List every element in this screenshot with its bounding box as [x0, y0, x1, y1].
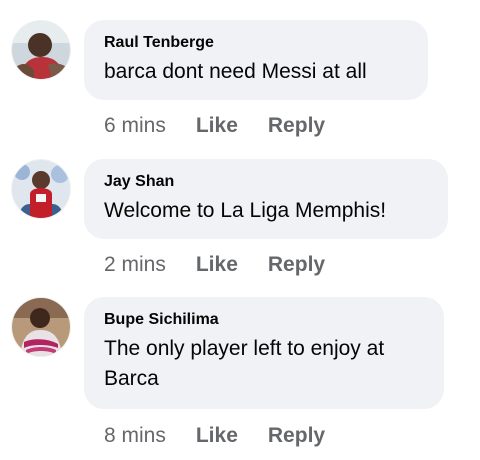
like-button[interactable]: Like [196, 424, 238, 448]
comment-actions: 8 mins Like Reply [104, 424, 325, 448]
avatar[interactable] [12, 160, 70, 218]
avatar-photo [12, 298, 70, 356]
like-button[interactable]: Like [196, 253, 238, 277]
comment-timestamp[interactable]: 6 mins [104, 114, 166, 138]
reply-button[interactable]: Reply [268, 253, 325, 277]
reply-button[interactable]: Reply [268, 424, 325, 448]
avatar-photo [12, 160, 70, 218]
avatar[interactable] [12, 21, 70, 79]
avatar[interactable] [12, 298, 70, 356]
comment-text: The only player left to enjoy at Barca [104, 337, 385, 390]
comment-bubble: Bupe Sichilima The only player left to e… [84, 297, 444, 409]
comment-text: Welcome to La Liga Memphis! [104, 199, 387, 222]
comment-text: barca dont need Messi at all [104, 60, 367, 83]
comment-timestamp[interactable]: 2 mins [104, 253, 166, 277]
avatar-photo [12, 21, 70, 79]
comment-timestamp[interactable]: 8 mins [104, 424, 166, 448]
like-button[interactable]: Like [196, 114, 238, 138]
comment-bubble: Jay Shan Welcome to La Liga Memphis! [84, 159, 448, 239]
comment-author[interactable]: Jay Shan [104, 173, 428, 191]
comment-author[interactable]: Raul Tenberge [104, 34, 408, 52]
comment-author[interactable]: Bupe Sichilima [104, 311, 424, 329]
comment-bubble: Raul Tenberge barca dont need Messi at a… [84, 20, 428, 100]
comment-actions: 2 mins Like Reply [104, 253, 325, 277]
comment-actions: 6 mins Like Reply [104, 114, 325, 138]
reply-button[interactable]: Reply [268, 114, 325, 138]
